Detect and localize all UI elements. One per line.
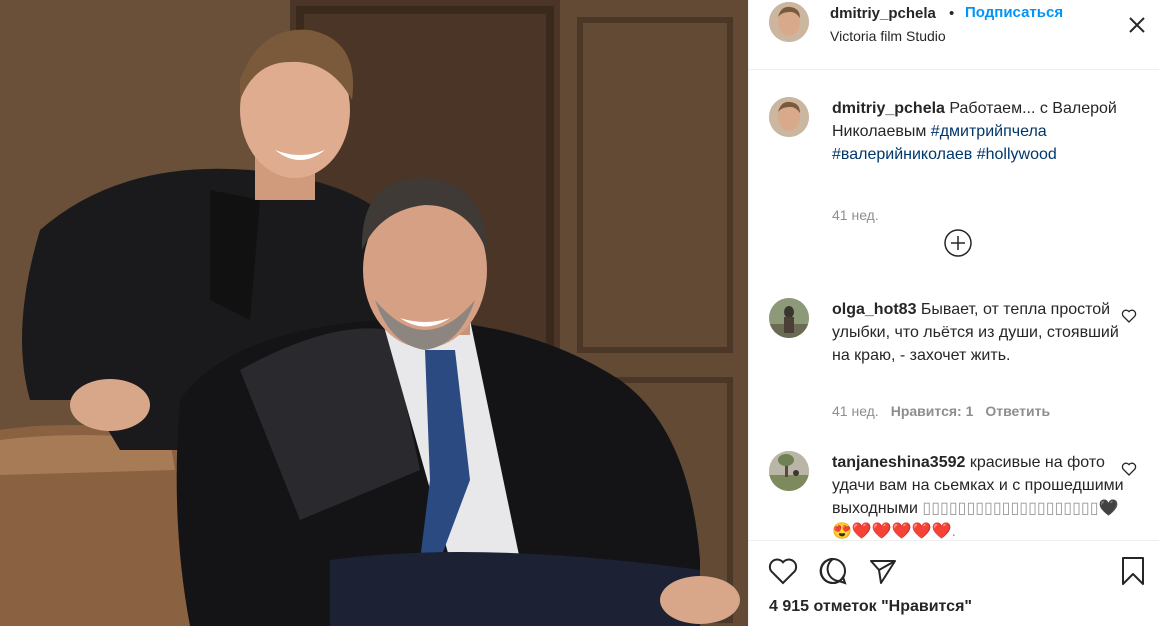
comment-icon[interactable] [817, 555, 849, 587]
location-link[interactable]: Victoria film Studio [830, 28, 946, 44]
heart-icon[interactable] [767, 555, 799, 587]
post-side-panel: dmitriy_pchela • Подписаться Victoria fi… [748, 0, 1159, 626]
hashtag-link[interactable]: #дмитрийпчела [931, 123, 1047, 140]
caption-text: dmitriy_pchela Работаем... с Валерой Ник… [832, 97, 1132, 166]
heart-icon[interactable] [1121, 461, 1137, 477]
author-avatar[interactable] [769, 2, 809, 42]
comment-time: 41 нед. [832, 403, 879, 419]
comment-meta: 41 нед. Нравится: 1 Ответить [832, 403, 1050, 419]
heart-icon[interactable] [1121, 308, 1137, 324]
comment-text: tanjaneshina3592 красивые на фото удачи … [832, 451, 1132, 539]
hashtag-link[interactable]: #валерийниколаев [832, 146, 972, 163]
caption-avatar[interactable] [769, 97, 809, 137]
post-header: dmitriy_pchela • Подписаться Victoria fi… [749, 0, 1159, 70]
commenter-avatar[interactable] [769, 298, 809, 338]
share-icon[interactable] [867, 555, 899, 587]
photo-illustration [0, 0, 748, 626]
caption-username[interactable]: dmitriy_pchela [832, 100, 945, 117]
comment-username[interactable]: olga_hot83 [832, 301, 916, 318]
comment-item: tanjaneshina3592 красивые на фото удачи … [769, 451, 1149, 539]
comment-username[interactable]: tanjaneshina3592 [832, 454, 965, 471]
plus-circle-icon[interactable] [944, 229, 972, 257]
likes-count[interactable]: 4 915 отметок "Нравится" [769, 598, 972, 616]
post-photo[interactable] [0, 0, 748, 626]
commenter-avatar[interactable] [769, 451, 809, 491]
author-username[interactable]: dmitriy_pchela [830, 5, 936, 22]
post-actions: 4 915 отметок "Нравится" [749, 540, 1159, 626]
hashtag-link[interactable]: #hollywood [977, 146, 1057, 163]
follow-button[interactable]: Подписаться [965, 4, 1063, 21]
comment-likes[interactable]: Нравится: 1 [891, 403, 974, 419]
caption-time: 41 нед. [832, 207, 879, 223]
comment-text: olga_hot83 Бывает, от тепла простой улыб… [832, 298, 1132, 367]
comment-item: olga_hot83 Бывает, от тепла простой улыб… [769, 298, 1149, 428]
more-icon[interactable] [1126, 14, 1148, 36]
separator-dot: • [949, 5, 955, 22]
caption-item: dmitriy_pchela Работаем... с Валерой Ник… [769, 97, 1149, 223]
comments-list[interactable]: dmitriy_pchela Работаем... с Валерой Ник… [749, 71, 1159, 539]
reply-button[interactable]: Ответить [985, 403, 1050, 419]
bookmark-icon[interactable] [1117, 555, 1149, 587]
